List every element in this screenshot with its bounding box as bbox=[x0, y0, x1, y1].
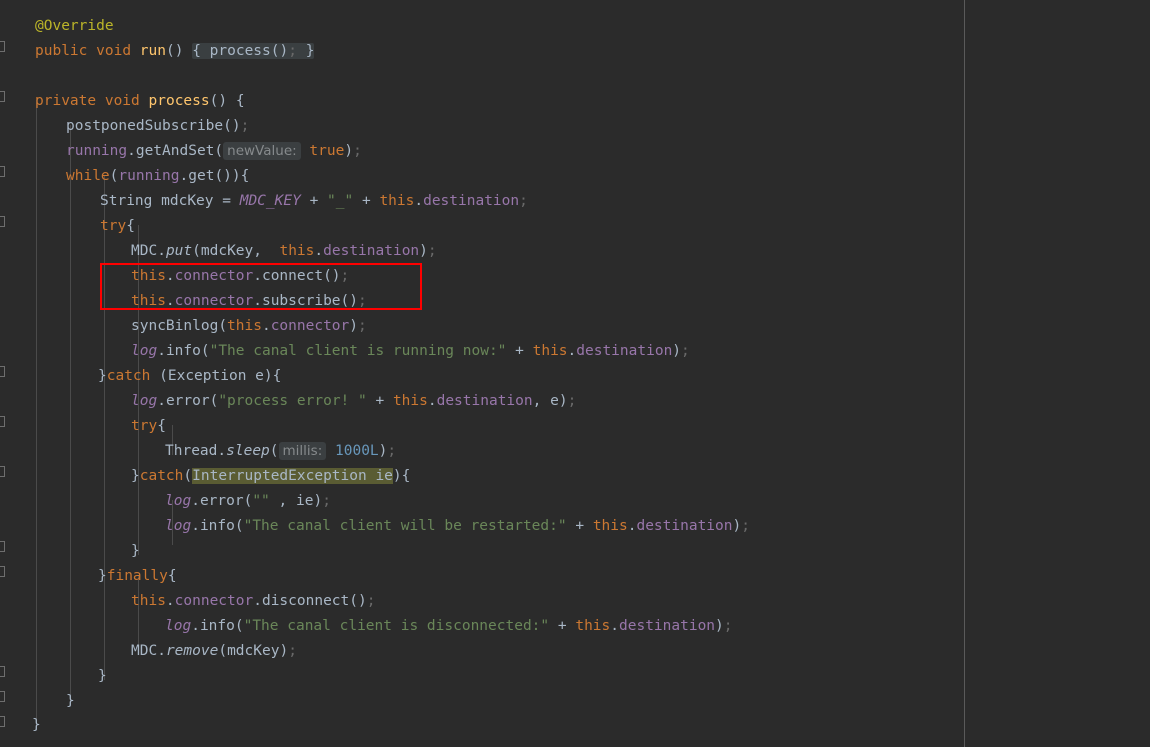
inlay-hint-millis: millis: bbox=[278, 442, 327, 460]
code-line[interactable] bbox=[0, 64, 35, 89]
selection-highlight: InterruptedException ie bbox=[192, 468, 393, 484]
code-line[interactable]: log.info("The canal client is disconnect… bbox=[0, 614, 733, 639]
code-line[interactable]: } bbox=[0, 664, 107, 689]
code-line[interactable]: try{ bbox=[0, 214, 135, 239]
code-editor[interactable]: @Override public void run() { process(); … bbox=[0, 0, 1150, 747]
code-line[interactable]: try{ bbox=[0, 414, 166, 439]
code-line[interactable]: log.info("The canal client will be resta… bbox=[0, 514, 750, 539]
code-line[interactable]: this.connector.disconnect(); bbox=[0, 589, 375, 614]
code-line[interactable]: log.error("" , ie); bbox=[0, 489, 331, 514]
code-line[interactable]: }catch (Exception e){ bbox=[0, 364, 281, 389]
code-line[interactable]: this.connector.connect(); bbox=[0, 264, 349, 289]
code-line[interactable]: } bbox=[0, 539, 140, 564]
inlay-hint-newValue: newValue: bbox=[223, 142, 301, 160]
code-line[interactable]: Thread.sleep(millis: 1000L); bbox=[0, 439, 396, 464]
code-line[interactable]: } bbox=[0, 713, 41, 738]
code-line[interactable]: String mdcKey = MDC_KEY + "_" + this.des… bbox=[0, 189, 528, 214]
code-line[interactable]: syncBinlog(this.connector); bbox=[0, 314, 367, 339]
code-line[interactable]: this.connector.subscribe(); bbox=[0, 289, 367, 314]
code-line[interactable]: }catch(InterruptedException ie){ bbox=[0, 464, 410, 489]
code-text-area[interactable]: @Override public void run() { process(); … bbox=[0, 0, 1150, 747]
code-line[interactable]: public void run() { process(); } bbox=[0, 39, 315, 64]
code-line[interactable]: MDC.remove(mdcKey); bbox=[0, 639, 297, 664]
code-line[interactable]: running.getAndSet(newValue: true); bbox=[0, 139, 362, 164]
code-line[interactable]: private void process() { bbox=[0, 89, 245, 114]
code-line[interactable]: log.info("The canal client is running no… bbox=[0, 339, 690, 364]
code-line[interactable]: while(running.get()){ bbox=[0, 164, 249, 189]
folded-code-badge[interactable]: { process(); } bbox=[192, 43, 315, 59]
code-line[interactable]: postponedSubscribe(); bbox=[0, 114, 249, 139]
code-line[interactable]: log.error("process error! " + this.desti… bbox=[0, 389, 576, 414]
code-line[interactable]: }finally{ bbox=[0, 564, 177, 589]
code-line[interactable]: MDC.put(mdcKey, this.destination); bbox=[0, 239, 437, 264]
code-line[interactable]: @Override bbox=[0, 14, 114, 39]
code-line[interactable]: } bbox=[0, 689, 75, 714]
